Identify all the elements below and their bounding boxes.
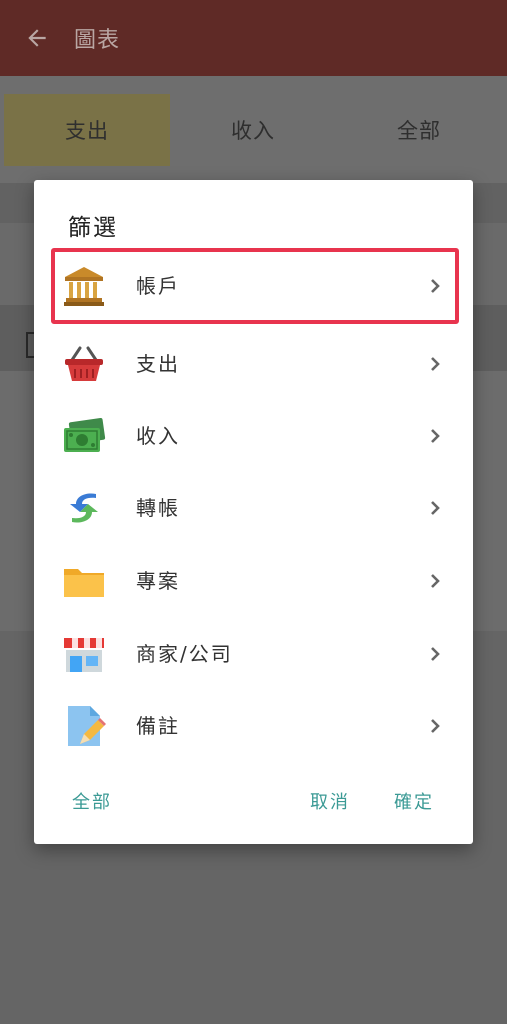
select-all-button[interactable]: 全部 xyxy=(72,788,112,814)
tab-expense[interactable]: 支出 xyxy=(4,94,170,166)
filter-item-transfer[interactable]: 轉帳 xyxy=(34,472,473,544)
cancel-button[interactable]: 取消 xyxy=(310,788,350,814)
filter-item-expense[interactable]: 支出 xyxy=(34,328,473,400)
chevron-right-icon xyxy=(431,501,440,515)
filter-item-income[interactable]: 收入 xyxy=(34,400,473,472)
filter-item-label: 備註 xyxy=(136,714,180,738)
page-title: 圖表 xyxy=(74,28,121,53)
filter-item-label: 支出 xyxy=(136,352,180,376)
filter-item-label: 商家/公司 xyxy=(136,642,233,666)
filter-dialog: 篩選 帳戶 支出 收入 轉帳 專案 商家/公司 備註 全部 取消 確定 xyxy=(34,180,473,844)
tab-all[interactable]: 全部 xyxy=(336,94,502,166)
selection-highlight xyxy=(51,248,459,324)
tab-income[interactable]: 收入 xyxy=(170,94,336,166)
confirm-button[interactable]: 確定 xyxy=(394,788,434,814)
folder-icon xyxy=(64,569,104,597)
transfer-icon xyxy=(70,493,98,523)
store-icon xyxy=(64,638,104,672)
chevron-right-icon xyxy=(431,647,440,661)
filter-item-label: 轉帳 xyxy=(136,496,180,520)
chevron-right-icon xyxy=(431,429,440,443)
filter-item-merchant[interactable]: 商家/公司 xyxy=(34,618,473,690)
note-icon xyxy=(68,706,106,746)
filter-item-note[interactable]: 備註 xyxy=(34,690,473,762)
filter-item-project[interactable]: 專案 xyxy=(34,545,473,617)
filter-item-label: 專案 xyxy=(136,569,180,593)
money-icon xyxy=(64,417,106,452)
basket-icon xyxy=(65,346,103,381)
back-button[interactable] xyxy=(0,0,74,76)
chevron-right-icon xyxy=(431,719,440,733)
tab-bar: 支出 收入 全部 xyxy=(0,76,507,183)
app-bar: 圖表 xyxy=(0,0,507,76)
filter-item-label: 收入 xyxy=(136,424,180,448)
chevron-right-icon xyxy=(431,357,440,371)
arrow-left-icon xyxy=(28,29,46,47)
dialog-title: 篩選 xyxy=(68,215,118,241)
chevron-right-icon xyxy=(431,574,440,588)
